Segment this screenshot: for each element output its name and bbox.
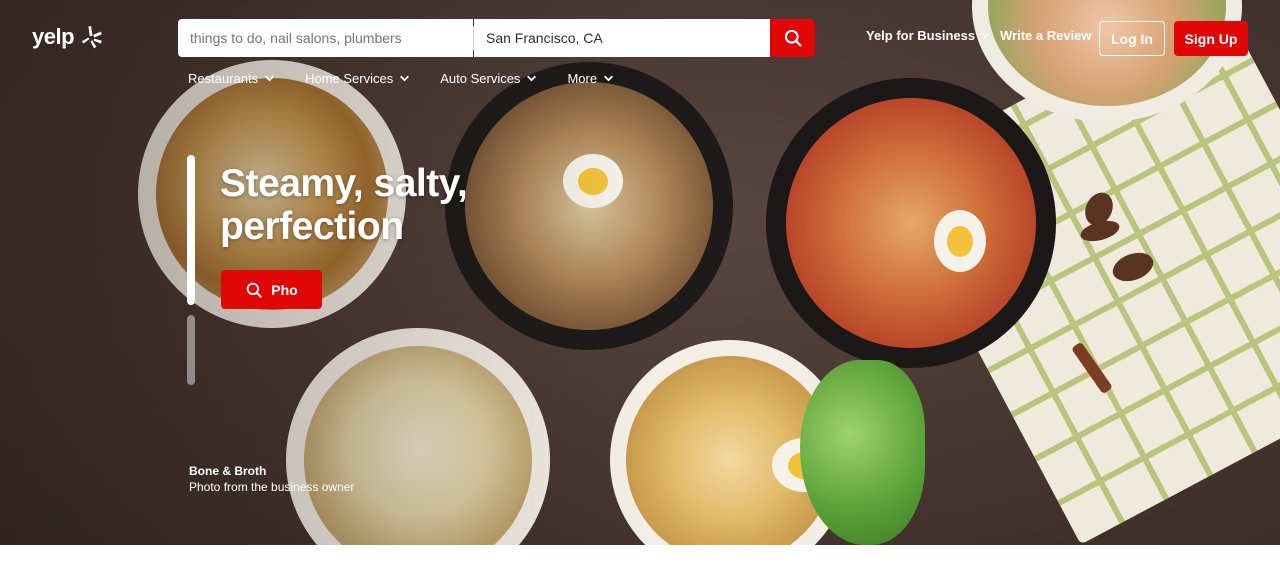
lettuce-image <box>800 360 925 545</box>
search-button[interactable] <box>770 19 815 57</box>
hero-headline-line: perfection <box>220 205 404 248</box>
bowl-right-image <box>766 78 1056 368</box>
page-body <box>0 545 1280 585</box>
hero-cta-button[interactable]: Pho <box>221 270 322 309</box>
yelp-logo[interactable]: yelp <box>32 24 104 50</box>
category-auto-services[interactable]: Auto Services <box>440 71 537 86</box>
photo-credit-business[interactable]: Bone & Broth <box>189 463 354 479</box>
category-label: Home Services <box>305 71 394 86</box>
category-label: Auto Services <box>440 71 521 86</box>
chevron-down-icon <box>981 33 990 38</box>
search-location-input[interactable] <box>474 19 770 57</box>
chevron-down-icon <box>265 75 275 82</box>
chevron-down-icon <box>604 75 614 82</box>
hero-headline-line: Steamy, salty, <box>220 162 468 205</box>
chevron-down-icon <box>527 75 537 82</box>
yelp-for-business-label: Yelp for Business <box>866 28 976 43</box>
hero-headline: Steamy, salty, perfection <box>220 162 580 248</box>
search-icon <box>784 29 802 47</box>
search-bar <box>178 19 815 57</box>
photo-credit: Bone & Broth Photo from the business own… <box>189 463 354 495</box>
logo-wordmark: yelp <box>32 24 75 49</box>
search-icon <box>246 282 262 298</box>
category-restaurants[interactable]: Restaurants <box>188 71 275 86</box>
category-more[interactable]: More <box>567 71 614 86</box>
category-home-services[interactable]: Home Services <box>305 71 410 86</box>
carousel-indicator[interactable] <box>187 315 195 385</box>
photo-credit-note: Photo from the business owner <box>189 480 355 494</box>
chevron-down-icon <box>400 75 410 82</box>
login-button[interactable]: Log In <box>1099 21 1165 56</box>
hero-cta-label: Pho <box>271 281 298 298</box>
yelp-burst-icon <box>81 26 102 49</box>
search-find-input[interactable] <box>178 19 473 57</box>
category-label: More <box>567 71 598 86</box>
write-review-link[interactable]: Write a Review <box>1000 28 1092 43</box>
category-label: Restaurants <box>188 71 259 86</box>
carousel-indicator-active[interactable] <box>187 155 195 305</box>
category-nav: Restaurants Home Services Auto Services … <box>188 71 644 86</box>
signup-button[interactable]: Sign Up <box>1174 21 1248 56</box>
yelp-for-business-menu[interactable]: Yelp for Business <box>866 28 990 43</box>
